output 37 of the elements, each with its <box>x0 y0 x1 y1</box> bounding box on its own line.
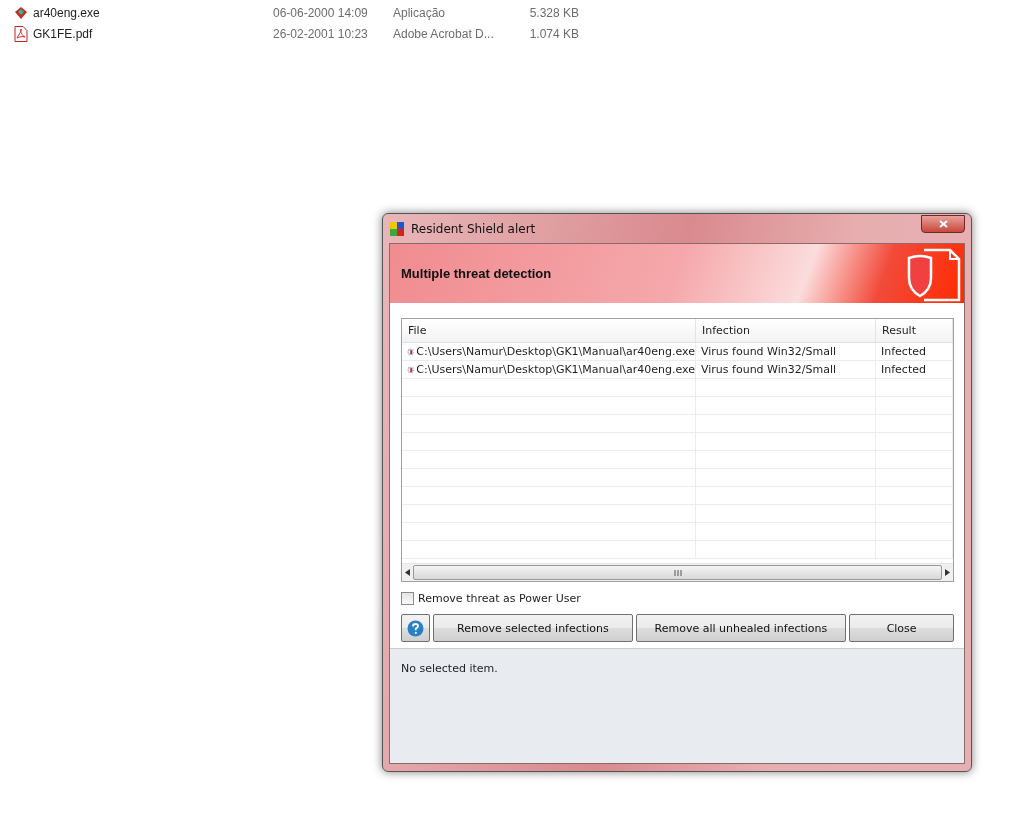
help-icon <box>407 619 424 637</box>
file-type: Aplicação <box>393 5 447 20</box>
action-button[interactable]: Remove all unhealed infections <box>635 614 847 642</box>
checkbox-label[interactable]: Remove threat as Power User <box>418 591 581 605</box>
file-size: 1.074 KB <box>528 26 579 41</box>
grip-icon <box>673 569 682 576</box>
table-cell: Virus found Win32/Small <box>701 345 836 358</box>
file-date: 26-02-2001 10:23 <box>273 26 369 41</box>
action-button[interactable]: Remove selected infections <box>433 614 633 642</box>
action-button[interactable]: Close <box>849 614 954 642</box>
file-name[interactable]: ar40eng.exe <box>33 5 273 20</box>
table-cell: C:\Users\Namur\Desktop\GK1\Manual\ar40eng.exe <box>416 345 695 358</box>
file-name[interactable]: GK1FE.pdf <box>33 26 273 41</box>
column-header[interactable]: Result <box>876 319 953 342</box>
status-text: No selected item. <box>401 662 498 675</box>
horizontal-scrollbar[interactable] <box>402 563 953 581</box>
table-cell: Infected <box>881 345 926 358</box>
scroll-right-icon <box>945 569 950 576</box>
scroll-left-icon <box>405 569 410 576</box>
file-date: 06-06-2000 14:09 <box>273 5 369 20</box>
table-cell: C:\Users\Namur\Desktop\GK1\Manual\ar40eng.exe <box>416 363 695 376</box>
checkbox[interactable] <box>401 591 414 605</box>
alert-heading: Multiple threat detection <box>401 266 552 281</box>
window-title: Resident Shield alert <box>411 221 537 236</box>
column-header[interactable]: File <box>402 319 696 342</box>
file-size: 5.328 KB <box>528 5 579 20</box>
pdf-document-icon <box>14 25 28 42</box>
scrollbar-thumb[interactable] <box>413 565 942 580</box>
column-header[interactable]: Infection <box>696 319 876 342</box>
help-button[interactable] <box>401 614 430 642</box>
application-icon <box>14 5 28 20</box>
table-cell: Virus found Win32/Small <box>701 363 836 376</box>
close-button[interactable] <box>921 214 965 233</box>
app-logo-icon <box>389 220 405 237</box>
file-type: Adobe Acrobat D... <box>393 26 495 41</box>
close-icon <box>938 219 948 228</box>
table-cell: Infected <box>881 363 926 376</box>
